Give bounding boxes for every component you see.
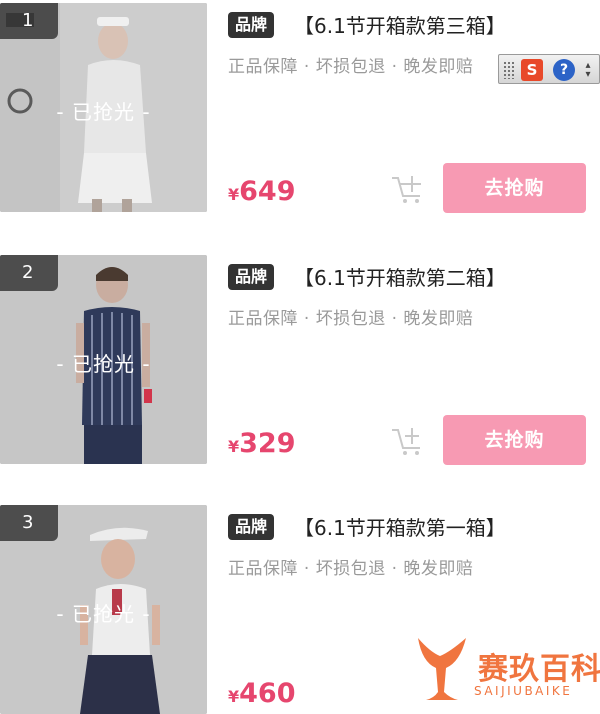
site-watermark: 赛玖百科 SAIJIUBAIKE: [410, 632, 600, 714]
brand-tag: 品牌: [228, 12, 275, 38]
help-icon[interactable]: ?: [553, 59, 575, 81]
add-to-cart-icon[interactable]: [390, 172, 426, 204]
product-thumbnail[interactable]: 3 - 已抢光 -: [0, 505, 207, 714]
soldout-label: - 已抢光 -: [56, 100, 151, 124]
product-thumbnail[interactable]: 1 - 已抢光 -: [0, 3, 207, 212]
brand-tag: 品牌: [228, 264, 275, 290]
watermark-subtitle: SAIJIUBAIKE: [474, 684, 573, 698]
currency-symbol: ¥: [228, 437, 240, 456]
product-price: ¥649: [228, 176, 296, 207]
drag-grip-icon[interactable]: [503, 61, 515, 79]
soldout-label: - 已抢光 -: [56, 602, 151, 626]
soldout-label: - 已抢光 -: [56, 352, 151, 376]
product-item[interactable]: 2 - 已抢光 - 品牌 【6.1节开箱款第二箱】 正品保障 · 坏损包退 · …: [0, 252, 600, 465]
buy-button[interactable]: 去抢购: [443, 163, 586, 213]
brand-tag: 品牌: [228, 514, 275, 540]
product-price: ¥329: [228, 428, 296, 459]
product-title[interactable]: 【6.1节开箱款第二箱】: [294, 262, 506, 291]
watermark-name: 赛玖百科: [478, 652, 600, 687]
product-title[interactable]: 【6.1节开箱款第三箱】: [294, 10, 506, 39]
guarantee-text: 正品保障 · 坏损包退 · 晚发即赔: [228, 309, 474, 329]
rank-badge: 2: [0, 255, 58, 291]
currency-symbol: ¥: [228, 687, 240, 706]
rank-badge: 1: [0, 3, 58, 39]
guarantee-text: 正品保障 · 坏损包退 · 晚发即赔: [228, 559, 474, 579]
product-thumbnail[interactable]: 2 - 已抢光 -: [0, 255, 207, 464]
price-value: 460: [239, 678, 296, 709]
product-list: 1 - 已抢光 - 品牌 【6.1节开箱款第三箱】 正品保障 · 坏损包退 · …: [0, 0, 600, 714]
add-to-cart-icon[interactable]: [390, 424, 426, 456]
price-value: 649: [239, 176, 296, 207]
ime-toolbar[interactable]: S ? ▴ ▾: [498, 54, 600, 84]
guarantee-text: 正品保障 · 坏损包退 · 晚发即赔: [228, 57, 474, 77]
buy-button[interactable]: 去抢购: [443, 415, 586, 465]
product-title[interactable]: 【6.1节开箱款第一箱】: [294, 512, 506, 541]
ime-logo-icon[interactable]: S: [521, 59, 543, 81]
more-options-icon[interactable]: ▴ ▾: [581, 61, 595, 80]
product-item[interactable]: 1 - 已抢光 - 品牌 【6.1节开箱款第三箱】 正品保障 · 坏损包退 · …: [0, 0, 600, 213]
rank-badge: 3: [0, 505, 58, 541]
whale-tail-logo-icon: [418, 638, 466, 700]
price-value: 329: [239, 428, 296, 459]
currency-symbol: ¥: [228, 185, 240, 204]
product-price: ¥460: [228, 678, 296, 709]
